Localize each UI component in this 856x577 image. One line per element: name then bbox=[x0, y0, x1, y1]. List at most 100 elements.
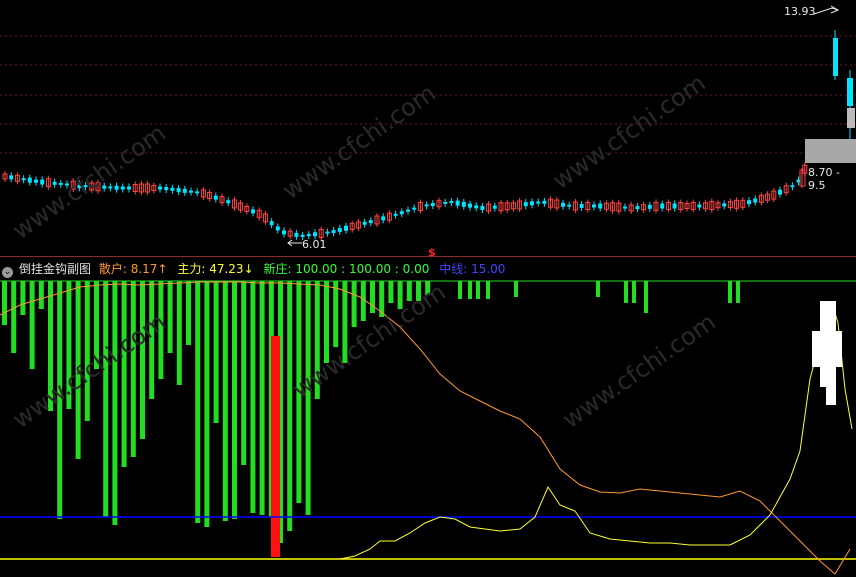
indicator-bar bbox=[195, 281, 201, 523]
indicator-bar bbox=[232, 281, 237, 519]
candle bbox=[355, 218, 361, 231]
panel-divider[interactable] bbox=[0, 256, 856, 257]
collapse-icon[interactable]: ⌄ bbox=[2, 267, 13, 278]
candle bbox=[374, 213, 380, 227]
svg-text:www.cfchi.com: www.cfchi.com bbox=[287, 279, 450, 404]
candle bbox=[368, 217, 373, 227]
candle bbox=[269, 218, 274, 229]
candle bbox=[138, 181, 144, 195]
svg-text:www.cfchi.com: www.cfchi.com bbox=[557, 308, 720, 434]
candle bbox=[294, 229, 299, 240]
zhongxian-readout: 中线: 15.00 bbox=[439, 262, 506, 276]
sanhu-readout: 散户: 8.17↑ bbox=[98, 262, 168, 276]
candle bbox=[362, 218, 367, 228]
candle bbox=[468, 200, 472, 211]
indicator-bar bbox=[20, 281, 26, 315]
candle bbox=[709, 198, 715, 213]
indicator-bar bbox=[103, 281, 109, 517]
candle bbox=[424, 201, 429, 210]
candle bbox=[492, 202, 497, 212]
candle bbox=[27, 174, 32, 186]
candle bbox=[678, 199, 684, 213]
candle bbox=[554, 196, 560, 211]
candle bbox=[182, 185, 187, 196]
candle bbox=[386, 210, 392, 224]
candle bbox=[449, 198, 454, 207]
candle bbox=[200, 186, 206, 200]
candle bbox=[127, 183, 131, 193]
price-chart[interactable]: www.cfchi.com www.cfchi.com www.cfchi.co… bbox=[0, 0, 856, 256]
svg-text:www.cfchi.com: www.cfchi.com bbox=[277, 79, 440, 205]
zhuli-readout: 主力: 47.23↓ bbox=[177, 262, 254, 276]
candle bbox=[572, 199, 578, 213]
xinzhuang-readout: 新庄: 100.00 : 100.00 : 0.00 bbox=[263, 262, 430, 276]
candle bbox=[486, 201, 492, 215]
indicator-bar bbox=[204, 281, 210, 527]
candle bbox=[120, 183, 125, 193]
candle bbox=[530, 198, 534, 209]
candle bbox=[585, 199, 591, 213]
candle bbox=[771, 188, 777, 203]
candle bbox=[34, 176, 38, 186]
candle bbox=[498, 199, 504, 214]
candle bbox=[213, 192, 218, 203]
indicator-chart[interactable]: www.cfchi.com www.cfchi.com www.cfchi.co… bbox=[0, 279, 856, 577]
candle bbox=[715, 199, 721, 211]
candle bbox=[226, 197, 231, 207]
range-price-label: 8.70 - 9.5 bbox=[808, 166, 840, 192]
candle bbox=[337, 224, 342, 235]
candle bbox=[740, 197, 746, 211]
indicator-bar bbox=[736, 281, 740, 303]
indicator-bar bbox=[112, 281, 118, 525]
candle bbox=[703, 199, 709, 212]
candle bbox=[747, 197, 751, 208]
indicator-bar bbox=[29, 281, 35, 369]
indicator-bar bbox=[388, 281, 394, 303]
candle bbox=[480, 202, 485, 213]
candle bbox=[765, 191, 771, 204]
price-range-box bbox=[805, 139, 856, 163]
indicator-bar bbox=[186, 281, 191, 345]
candle bbox=[616, 200, 622, 215]
candle bbox=[21, 175, 26, 184]
indicator-bar bbox=[486, 281, 490, 299]
candle bbox=[14, 172, 20, 185]
indicator-header: ⌄ 倒挂金钩副图 散户: 8.17↑ 主力: 47.23↓ 新庄: 100.00 … bbox=[0, 260, 856, 278]
candle bbox=[244, 203, 250, 215]
candle bbox=[504, 199, 510, 213]
indicator-bar bbox=[167, 281, 173, 353]
candle bbox=[653, 199, 659, 214]
candle bbox=[251, 206, 255, 217]
candle bbox=[417, 199, 423, 214]
candle bbox=[603, 200, 609, 213]
candle bbox=[592, 201, 596, 211]
candle bbox=[799, 30, 855, 188]
svg-text:www.cfchi.com: www.cfchi.com bbox=[547, 69, 710, 195]
indicator-bar bbox=[38, 281, 44, 309]
indicator-bar bbox=[458, 281, 462, 299]
candle bbox=[282, 227, 286, 238]
candle bbox=[393, 210, 398, 219]
candle bbox=[647, 201, 652, 212]
candle bbox=[412, 204, 417, 213]
indicator-bar bbox=[596, 281, 600, 297]
candle bbox=[406, 206, 410, 215]
candle bbox=[114, 182, 119, 193]
indicator-bar bbox=[644, 281, 648, 313]
candle bbox=[598, 200, 603, 212]
indicator-bar bbox=[514, 281, 518, 297]
indicator-bar bbox=[370, 281, 375, 313]
candle bbox=[207, 189, 213, 202]
low-price-label: 6.01 bbox=[302, 238, 327, 251]
candle bbox=[722, 200, 727, 210]
candle bbox=[151, 182, 157, 194]
candle bbox=[262, 210, 268, 225]
indicator-bar bbox=[333, 281, 339, 347]
candle bbox=[778, 186, 782, 198]
candle bbox=[430, 200, 435, 210]
candle bbox=[660, 200, 665, 212]
candle bbox=[2, 170, 8, 182]
candle bbox=[474, 202, 479, 212]
candle bbox=[523, 199, 528, 210]
indicator-title[interactable]: 倒挂金钩副图 bbox=[19, 262, 91, 276]
